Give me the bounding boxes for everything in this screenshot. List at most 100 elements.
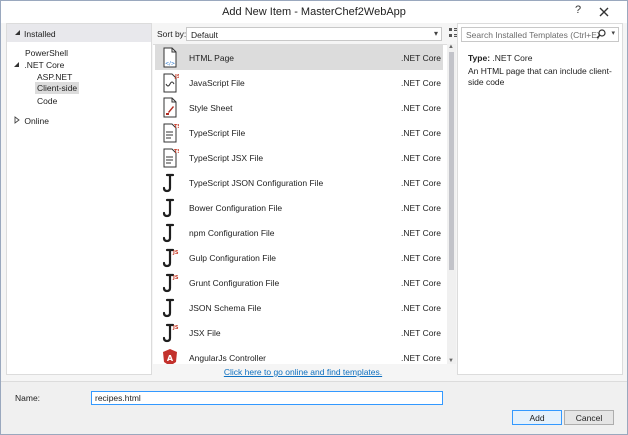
template-category: .NET Core <box>401 303 441 313</box>
html-page-icon: </> <box>163 47 177 68</box>
template-category: .NET Core <box>401 278 441 288</box>
template-row[interactable]: JS JSX File .NET Core <box>155 320 443 345</box>
tree-item-dotnet-core[interactable]: .NET Core <box>13 60 64 70</box>
scroll-up-icon[interactable]: ▲ <box>448 44 454 50</box>
type-label: Type: <box>468 53 491 63</box>
title-bar: Add New Item - MasterChef2WebApp ? <box>1 1 627 23</box>
template-list: </> HTML Page .NET Core JS JavaScript Fi… <box>153 44 453 364</box>
angular-icon: A <box>163 349 177 364</box>
type-value: .NET Core <box>492 53 533 63</box>
category-tree: Installed PowerShell .NET Core ASP.NET C… <box>6 23 152 375</box>
tree-item-label: ASP.NET <box>37 72 73 82</box>
template-name: Bower Configuration File <box>189 203 283 213</box>
svg-text:</>: </> <box>165 61 175 67</box>
tree-item-label: Code <box>37 96 58 106</box>
expanded-arrow-icon <box>14 62 19 67</box>
template-row[interactable]: TS TypeScript File .NET Core <box>155 120 443 145</box>
svg-text:TS: TS <box>174 124 179 130</box>
template-name: JavaScript File <box>189 78 245 88</box>
sort-by-dropdown[interactable]: Default ▾ <box>186 27 442 41</box>
list-scrollbar[interactable]: ▲ ▼ <box>447 44 456 364</box>
window-title: Add New Item - MasterChef2WebApp <box>222 6 406 18</box>
template-row[interactable]: Style Sheet .NET Core <box>155 95 443 120</box>
template-category: .NET Core <box>401 253 441 263</box>
template-row[interactable]: JS Gulp Configuration File .NET Core <box>155 245 443 270</box>
template-name: HTML Page <box>189 53 235 63</box>
template-row[interactable]: A AngularJs Controller .NET Core <box>155 345 443 364</box>
list-toolbar: Sort by: Default ▾ <box>153 23 477 44</box>
template-category: .NET Core <box>401 228 441 238</box>
svg-text:JS: JS <box>172 325 179 331</box>
template-name: TypeScript JSON Configuration File <box>189 178 324 188</box>
tree-item-label: .NET Core <box>24 60 65 70</box>
template-row[interactable]: TypeScript JSON Configuration File .NET … <box>155 170 443 195</box>
template-category: .NET Core <box>401 128 441 138</box>
template-category: .NET Core <box>401 103 441 113</box>
template-name: Grunt Configuration File <box>189 278 280 288</box>
name-label: Name: <box>15 393 41 403</box>
scrollbar-thumb[interactable] <box>449 52 454 270</box>
template-row[interactable]: JS Grunt Configuration File .NET Core <box>155 270 443 295</box>
template-row[interactable]: TS TypeScript JSX File .NET Core <box>155 145 443 170</box>
json-config-icon <box>162 223 175 243</box>
tree-item-online[interactable]: Online <box>13 116 49 126</box>
search-placeholder: Search Installed Templates (Ctrl+E) <box>466 30 600 40</box>
cancel-button[interactable]: Cancel <box>564 410 614 425</box>
svg-text:A: A <box>167 354 174 363</box>
tree-item-aspnet[interactable]: ASP.NET <box>37 72 72 82</box>
tree-item-label: Online <box>24 116 49 126</box>
scroll-down-icon[interactable]: ▼ <box>448 358 454 364</box>
template-name: Gulp Configuration File <box>189 253 276 263</box>
chevron-down-icon: ▾ <box>433 29 438 38</box>
template-category: .NET Core <box>401 153 441 163</box>
add-button[interactable]: Add <box>512 410 562 425</box>
jsx-file-icon: JS <box>162 323 179 343</box>
svg-text:JS: JS <box>174 74 179 80</box>
find-online-templates-link[interactable]: Click here to go online and find templat… <box>153 367 453 377</box>
tree-item-label: PowerShell <box>25 48 68 58</box>
expanded-arrow-icon <box>15 30 20 35</box>
template-description: An HTML page that can include client-sid… <box>468 66 612 87</box>
search-input[interactable]: Search Installed Templates (Ctrl+E) ▾ <box>461 27 619 42</box>
sort-by-label: Sort by: <box>157 29 187 39</box>
template-name: Style Sheet <box>189 103 233 113</box>
svg-text:JS: JS <box>172 250 179 256</box>
sort-by-value: Default <box>191 30 218 40</box>
tree-item-powershell[interactable]: PowerShell <box>25 48 68 58</box>
close-icon[interactable] <box>597 5 611 19</box>
template-name: JSON Schema File <box>189 303 262 313</box>
template-row[interactable]: JS JavaScript File .NET Core <box>155 70 443 95</box>
template-name: JSX File <box>189 328 221 338</box>
tree-item-code[interactable]: Code <box>37 96 57 106</box>
svg-text:TS: TS <box>174 149 179 155</box>
js-config-icon: JS <box>162 248 179 268</box>
installed-label: Installed <box>24 29 56 39</box>
chevron-down-icon[interactable]: ▾ <box>611 29 615 37</box>
type-row: Type: .NET Core <box>468 53 532 63</box>
search-icon[interactable] <box>596 29 606 39</box>
style-sheet-icon <box>163 97 177 118</box>
template-row[interactable]: </> HTML Page .NET Core <box>155 45 443 70</box>
template-row[interactable]: npm Configuration File .NET Core <box>155 220 443 245</box>
help-button[interactable]: ? <box>571 4 585 18</box>
installed-header[interactable]: Installed <box>7 24 151 42</box>
template-name: TypeScript JSX File <box>189 153 264 163</box>
name-field[interactable] <box>91 391 443 405</box>
json-config-icon <box>162 173 175 193</box>
template-row[interactable]: JSON Schema File .NET Core <box>155 295 443 320</box>
typescript-file-icon: TS <box>163 123 179 143</box>
svg-text:JS: JS <box>172 275 179 281</box>
details-panel: Search Installed Templates (Ctrl+E) ▾ Ty… <box>457 23 623 375</box>
json-config-icon <box>162 198 175 218</box>
template-category: .NET Core <box>401 53 441 63</box>
template-category: .NET Core <box>401 328 441 338</box>
typescript-jsx-file-icon: TS <box>163 148 179 168</box>
template-category: .NET Core <box>401 203 441 213</box>
json-config-icon <box>162 298 175 318</box>
js-config-icon: JS <box>162 273 179 293</box>
collapsed-arrow-icon <box>14 116 20 124</box>
template-name: npm Configuration File <box>189 228 275 238</box>
tree-item-client-side[interactable]: Client-side <box>35 82 80 94</box>
template-row[interactable]: Bower Configuration File .NET Core <box>155 195 443 220</box>
add-new-item-dialog: Add New Item - MasterChef2WebApp ? Insta… <box>0 0 628 435</box>
